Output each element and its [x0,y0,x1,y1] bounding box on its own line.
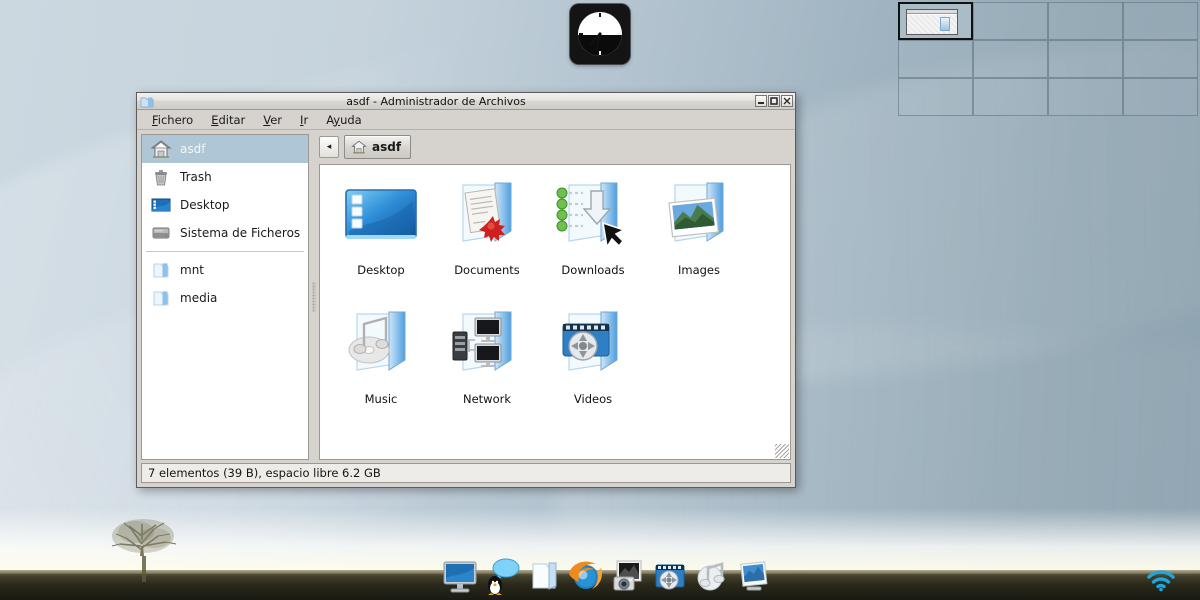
pager-cell-1[interactable] [898,2,973,40]
desktop-folder-icon [345,189,417,239]
window-title: asdf - Administrador de Archivos [346,94,526,108]
folder-icon[interactable] [524,556,564,596]
sidebar-item-label: asdf [180,142,206,156]
maximize-button[interactable] [768,95,780,107]
window-resize-grip[interactable] [775,444,789,458]
sidebar-item-label: mnt [180,263,204,277]
window-body: asdf Trash Desktop Sistema de Ficheros m… [137,130,795,460]
breadcrumb-asdf[interactable]: asdf [344,135,412,159]
pager-cell-11[interactable] [1048,78,1123,116]
places-sidebar[interactable]: asdf Trash Desktop Sistema de Ficheros m… [141,134,309,460]
content-pane: ◂ asdf Desktop Documents Downloads Image… [319,134,791,460]
penguin-chat-icon[interactable] [482,556,522,596]
pager-cell-4[interactable] [1123,2,1198,40]
harddisk-icon [152,227,170,239]
pager-cell-2[interactable] [973,2,1048,40]
sidebar-item-desktop[interactable]: Desktop [142,191,308,219]
home-icon [150,140,172,158]
menu-ayuda[interactable]: Ayuda [317,111,371,129]
trash-icon [155,170,167,186]
path-back-label: ◂ [326,141,332,152]
file-item-music[interactable]: Music [328,300,434,429]
pane-splitter[interactable] [309,134,319,460]
firefox-globe-icon[interactable] [566,556,606,596]
images-folder-icon [668,182,724,242]
folder-icon [153,263,169,278]
sidebar-item-asdf[interactable]: asdf [142,135,308,163]
file-label: Music [364,392,398,406]
breadcrumb-label: asdf [372,140,402,154]
desktop-icon [151,198,171,212]
analog-clock-widget[interactable] [570,4,630,64]
pager-cell-5[interactable] [898,40,973,78]
path-scroll-back-button[interactable]: ◂ [319,136,339,158]
sidebar-item-label: Sistema de Ficheros [180,226,301,240]
file-item-documents[interactable]: Documents [434,171,540,300]
file-grid: Desktop Documents Downloads Images Music… [324,171,786,429]
wifi-icon[interactable] [1144,566,1178,592]
file-manager-window[interactable]: asdf - Administrador de Archivos Fichero… [136,92,796,488]
pager-mini-window [906,9,958,35]
sidebar-item-media[interactable]: media [142,284,308,312]
videos-folder-icon [562,311,618,371]
file-label: Network [462,392,512,406]
network-folder-icon [452,311,512,371]
minimize-button[interactable] [755,95,767,107]
file-item-desktop[interactable]: Desktop [328,171,434,300]
tree-silhouette-icon [111,519,177,582]
sidebar-item-sistema-de-ficheros[interactable]: Sistema de Ficheros [142,219,308,247]
music-note-icon[interactable] [692,556,732,596]
file-label: Documents [454,263,520,277]
file-label: Downloads [561,263,625,277]
folder-icon [153,291,169,306]
desktop[interactable]: asdf - Administrador de Archivos Fichero… [0,0,1200,600]
close-button[interactable] [781,95,793,107]
pager-cell-10[interactable] [973,78,1048,116]
camera-photo-icon[interactable] [608,556,648,596]
window-titlebar[interactable]: asdf - Administrador de Archivos [137,93,795,110]
file-item-network[interactable]: Network [434,300,540,429]
menu-fichero[interactable]: Fichero [143,111,202,129]
downloads-folder-icon [556,182,627,250]
menu-ver[interactable]: Ver [254,111,291,129]
status-bar: 7 elementos (39 B), espacio libre 6.2 GB [141,463,791,483]
picture-icon[interactable] [734,556,774,596]
sidebar-separator [146,251,304,252]
folder-icon [140,97,154,107]
monitor-icon[interactable] [440,556,480,596]
music-folder-icon [348,311,406,371]
pager-cell-6[interactable] [973,40,1048,78]
menu-ir[interactable]: Ir [291,111,317,129]
file-label: Videos [573,392,613,406]
file-item-images[interactable]: Images [646,171,752,300]
sidebar-item-label: Trash [180,170,212,184]
film-reel-icon[interactable] [650,556,690,596]
file-icon-view[interactable]: Desktop Documents Downloads Images Music… [319,164,791,460]
file-label: Images [677,263,720,277]
file-item-downloads[interactable]: Downloads [540,171,646,300]
file-label: Desktop [357,263,405,277]
pager-cell-3[interactable] [1048,2,1123,40]
pager-cell-9[interactable] [898,78,973,116]
pager-cell-7[interactable] [1048,40,1123,78]
path-bar[interactable]: ◂ asdf [319,134,791,164]
splitter-grip-icon [312,282,316,312]
menubar[interactable]: Fichero Editar Ver Ir Ayuda [137,110,795,130]
sidebar-item-label: media [180,291,218,305]
application-dock[interactable] [440,556,774,596]
documents-folder-icon [462,182,512,242]
pager-cell-8[interactable] [1123,40,1198,78]
workspace-pager[interactable] [898,2,1198,116]
home-icon [351,140,367,154]
sidebar-item-mnt[interactable]: mnt [142,256,308,284]
file-item-videos[interactable]: Videos [540,300,646,429]
menu-editar[interactable]: Editar [202,111,254,129]
pager-cell-12[interactable] [1123,78,1198,116]
sidebar-item-label: Desktop [180,198,230,212]
sidebar-item-trash[interactable]: Trash [142,163,308,191]
